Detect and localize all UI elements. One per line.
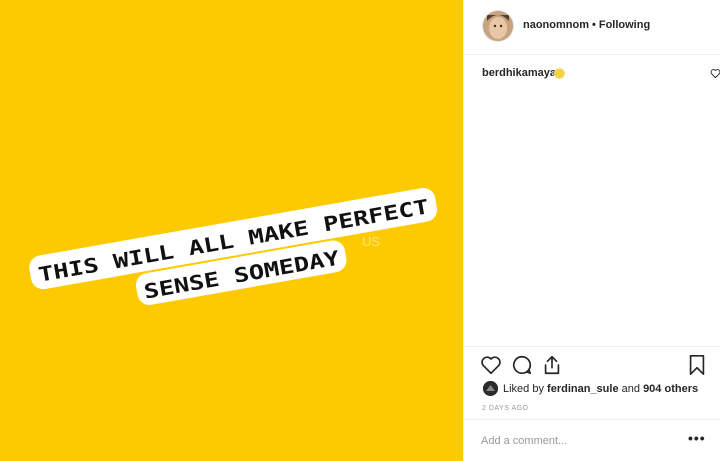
action-bar (464, 346, 720, 383)
heart-icon[interactable] (480, 354, 502, 376)
more-options-icon[interactable]: ••• (688, 431, 706, 447)
post-image[interactable]: THIS WILL ALL MAKE PERFECT SENSE SOMEDAY… (0, 0, 463, 461)
likes-summary: Liked by ferdinan_sule and 904 others (482, 381, 717, 397)
share-icon[interactable] (541, 354, 563, 376)
bookmark-icon[interactable] (686, 354, 708, 376)
liker-username[interactable]: ferdinan_sule (547, 383, 619, 395)
following-button[interactable]: Following (599, 19, 650, 31)
others-count[interactable]: 904 others (643, 383, 698, 395)
comment-icon[interactable] (511, 354, 533, 376)
post-sidebar: naonomnom • Following berdhikamaya Liked… (463, 0, 720, 461)
avatar-photo (483, 11, 513, 41)
liker-avatar-photo (483, 381, 498, 396)
image-watermark: US (362, 234, 380, 249)
post-view: THIS WILL ALL MAKE PERFECT SENSE SOMEDAY… (0, 0, 720, 461)
likes-joiner: and (621, 383, 640, 395)
post-image-art: THIS WILL ALL MAKE PERFECT SENSE SOMEDAY… (29, 187, 438, 305)
post-header: naonomnom • Following (464, 0, 720, 55)
likes-text: Liked by ferdinan_sule and 904 others (503, 383, 698, 395)
caption-like-heart-icon[interactable] (710, 68, 720, 79)
sun-emoji-icon (555, 69, 564, 78)
header-separator: • (592, 19, 596, 31)
likes-prefix: Liked by (503, 383, 544, 395)
post-timestamp[interactable]: 2 DAYS AGO (482, 405, 529, 412)
liker-avatar[interactable] (483, 381, 498, 396)
caption-row: berdhikamaya (482, 67, 720, 81)
caption-username[interactable]: berdhikamaya (482, 67, 556, 79)
author-username[interactable]: naonomnom (523, 19, 589, 31)
comment-input[interactable] (481, 434, 671, 448)
post-header-text: naonomnom • Following (523, 19, 650, 31)
comment-bar: ••• (464, 419, 720, 461)
author-avatar[interactable] (483, 11, 513, 41)
